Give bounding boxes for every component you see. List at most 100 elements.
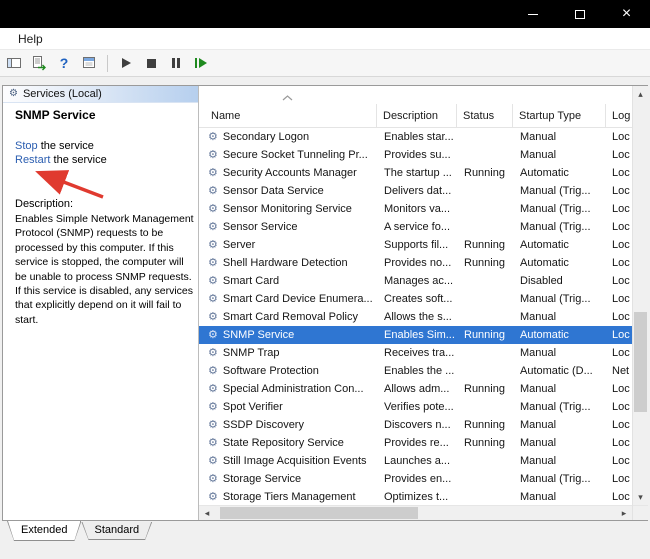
service-status-cell: Running <box>464 167 505 179</box>
tab-extended[interactable]: Extended <box>7 521 81 541</box>
service-log-on-as-cell: Loc <box>612 239 630 251</box>
service-startup-type-cell: Manual <box>520 455 557 467</box>
service-log-on-as-cell: Loc <box>612 437 630 449</box>
horizontal-scrollbar[interactable]: ◂ ▸ <box>199 505 632 520</box>
service-gear-icon: ⚙ <box>208 329 218 341</box>
service-name: Storage Tiers Management <box>222 491 356 503</box>
service-row[interactable]: ⚙ Spot Verifier Verifies pote... Manual … <box>199 398 632 416</box>
service-row[interactable]: ⚙ Storage Tiers Management Optimizes t..… <box>199 488 632 505</box>
service-row[interactable]: ⚙ Still Image Acquisition Events Launche… <box>199 452 632 470</box>
service-row[interactable]: ⚙ Smart Card Manages ac... Disabled Loc <box>199 272 632 290</box>
scroll-down-button[interactable]: ▾ <box>633 489 648 505</box>
scroll-right-button[interactable]: ▸ <box>616 506 632 520</box>
service-row[interactable]: ⚙ SSDP Discovery Discovers n... Running … <box>199 416 632 434</box>
column-header-status[interactable]: Status <box>457 104 513 127</box>
service-row[interactable]: ⚙ Smart Card Device Enumera... Creates s… <box>199 290 632 308</box>
service-row[interactable]: ⚙ Secondary Logon Enables star... Manual… <box>199 128 632 146</box>
service-row[interactable]: ⚙ Shell Hardware Detection Provides no..… <box>199 254 632 272</box>
maximize-button[interactable] <box>556 0 603 28</box>
service-name: Shell Hardware Detection <box>222 257 348 269</box>
service-row[interactable]: ⚙ Storage Service Provides en... Manual … <box>199 470 632 488</box>
service-name: Secure Socket Tunneling Pr... <box>222 149 368 161</box>
service-gear-icon: ⚙ <box>208 473 218 485</box>
vertical-scroll-thumb[interactable] <box>634 312 647 412</box>
service-name: Special Administration Con... <box>222 383 364 395</box>
restart-service-button[interactable] <box>190 52 212 74</box>
service-row[interactable]: ⚙ Sensor Data Service Delivers dat... Ma… <box>199 182 632 200</box>
service-log-on-as-cell: Loc <box>612 347 630 359</box>
service-name: Still Image Acquisition Events <box>222 455 367 467</box>
service-gear-icon: ⚙ <box>208 221 218 233</box>
service-name: Sensor Monitoring Service <box>222 203 352 215</box>
services-rows: ⚙ Secondary Logon Enables star... Manual… <box>199 128 632 505</box>
vertical-scrollbar[interactable]: ▴ ▾ <box>632 86 648 520</box>
scroll-left-button[interactable]: ◂ <box>199 506 215 520</box>
export-list-button[interactable] <box>28 52 50 74</box>
service-name: Secondary Logon <box>222 131 310 143</box>
console-tree-icon <box>7 58 21 68</box>
service-name: Software Protection <box>222 365 319 377</box>
service-row[interactable]: ⚙ Smart Card Removal Policy Allows the s… <box>199 308 632 326</box>
column-header-name[interactable]: Name <box>199 104 377 127</box>
service-description-cell: A service fo... <box>384 221 451 233</box>
service-startup-type-cell: Manual (Trig... <box>520 401 591 413</box>
stop-service-button[interactable] <box>140 52 162 74</box>
service-row[interactable]: ⚙ State Repository Service Provides re..… <box>199 434 632 452</box>
column-header-startup-type[interactable]: Startup Type <box>513 104 606 127</box>
pause-service-button[interactable] <box>165 52 187 74</box>
service-row[interactable]: ⚙ Security Accounts Manager The startup … <box>199 164 632 182</box>
pause-service-icon <box>172 58 180 68</box>
show-console-tree-button[interactable] <box>3 52 25 74</box>
services-task-pane: ⚙ Services (Local) SNMP Service Stop the… <box>3 86 199 520</box>
scroll-up-button[interactable]: ▴ <box>633 86 648 102</box>
service-name-cell: ⚙ Sensor Service <box>199 221 377 233</box>
column-header-description[interactable]: Description <box>377 104 457 127</box>
service-row[interactable]: ⚙ Software Protection Enables the ... Au… <box>199 362 632 380</box>
service-row[interactable]: ⚙ SNMP Service Enables Sim... Running Au… <box>199 326 632 344</box>
service-row[interactable]: ⚙ Secure Socket Tunneling Pr... Provides… <box>199 146 632 164</box>
service-startup-type-cell: Manual <box>520 149 557 161</box>
horizontal-scroll-thumb[interactable] <box>220 507 418 519</box>
service-log-on-as-cell: Loc <box>612 203 630 215</box>
service-row[interactable]: ⚙ Special Administration Con... Allows a… <box>199 380 632 398</box>
service-name-cell: ⚙ SNMP Service <box>199 329 377 341</box>
service-row[interactable]: ⚙ Sensor Service A service fo... Manual … <box>199 218 632 236</box>
restart-service-link[interactable]: Restart <box>15 154 50 166</box>
service-row[interactable]: ⚙ Server Supports fil... Running Automat… <box>199 236 632 254</box>
service-gear-icon: ⚙ <box>208 293 218 305</box>
service-startup-type-cell: Automatic (D... <box>520 365 593 377</box>
service-gear-icon: ⚙ <box>208 257 218 269</box>
service-name-cell: ⚙ Shell Hardware Detection <box>199 257 377 269</box>
vertical-scroll-track[interactable] <box>633 102 648 489</box>
tab-standard[interactable]: Standard <box>81 522 152 540</box>
stop-service-link[interactable]: Stop <box>15 140 38 152</box>
service-startup-type-cell: Disabled <box>520 275 563 287</box>
help-icon: ? <box>59 55 69 71</box>
services-list-pane: Name Description Status Startup Type Log… <box>199 86 632 520</box>
service-gear-icon: ⚙ <box>208 275 218 287</box>
service-name-cell: ⚙ SNMP Trap <box>199 347 377 359</box>
service-name-cell: ⚙ Spot Verifier <box>199 401 377 413</box>
horizontal-scroll-track[interactable] <box>215 506 616 520</box>
properties-window-icon <box>83 57 95 68</box>
restart-service-line: Restart the service <box>15 154 107 166</box>
service-row[interactable]: ⚙ SNMP Trap Receives tra... Manual Loc <box>199 344 632 362</box>
service-gear-icon: ⚙ <box>208 149 218 161</box>
service-description-cell: Enables the ... <box>384 365 455 377</box>
properties-button[interactable] <box>78 52 100 74</box>
minimize-button[interactable] <box>509 0 556 28</box>
service-gear-icon: ⚙ <box>208 239 218 251</box>
column-header-log-on-as[interactable]: Log <box>606 104 632 127</box>
service-name-cell: ⚙ Software Protection <box>199 365 377 377</box>
stop-service-icon <box>146 58 156 68</box>
service-description-cell: Optimizes t... <box>384 491 449 503</box>
help-button[interactable]: ? <box>53 52 75 74</box>
close-button[interactable]: × <box>603 0 650 28</box>
start-service-button[interactable] <box>115 52 137 74</box>
service-status-cell: Running <box>464 257 505 269</box>
service-row[interactable]: ⚙ Sensor Monitoring Service Monitors va.… <box>199 200 632 218</box>
menu-item-help[interactable]: Help <box>13 30 48 48</box>
service-startup-type-cell: Manual <box>520 383 557 395</box>
service-name-cell: ⚙ State Repository Service <box>199 437 377 449</box>
service-name-cell: ⚙ Storage Service <box>199 473 377 485</box>
